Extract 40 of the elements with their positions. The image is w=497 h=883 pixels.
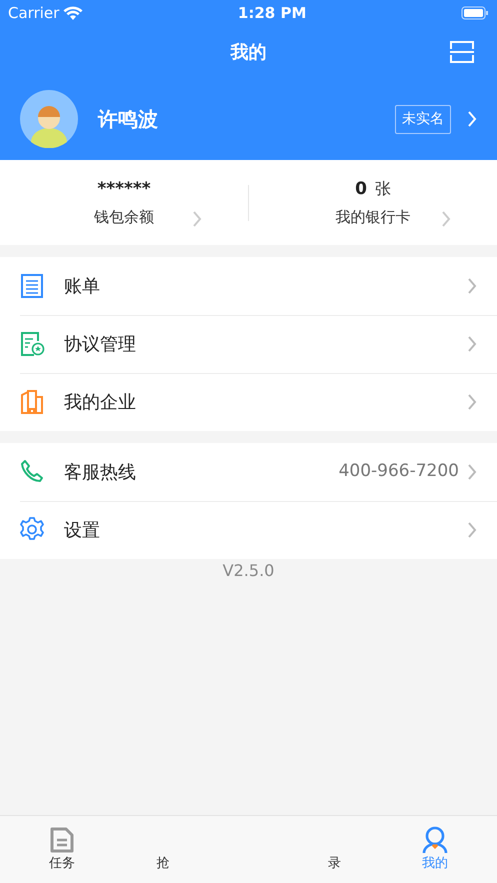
- document-star-icon: [20, 331, 46, 357]
- menu-item[interactable]: 设置: [0, 501, 497, 559]
- version-text: V2.5.0: [222, 561, 274, 580]
- tab-item[interactable]: 录: [248, 816, 373, 883]
- chevron-icon: [467, 393, 477, 411]
- menu-item[interactable]: 账单: [0, 257, 497, 315]
- chevron-icon: [467, 335, 477, 353]
- tab-item[interactable]: 任务: [0, 816, 124, 883]
- status-time: 1:28 PM: [238, 2, 306, 24]
- stat-item[interactable]: 0 张 我的银行卡: [249, 176, 497, 230]
- tab-item[interactable]: 抢: [124, 816, 248, 883]
- menu-item[interactable]: 我的企业: [0, 373, 497, 431]
- phone-icon: [20, 459, 46, 485]
- chevron-icon: [467, 277, 477, 295]
- user-icon: [422, 826, 448, 854]
- building-icon: [20, 389, 46, 415]
- hotline-number: 400-966-7200: [338, 460, 459, 484]
- battery-icon: [460, 6, 489, 20]
- carrier-text: Carrier: [8, 2, 60, 24]
- avatar-icon: [20, 90, 78, 148]
- wifi-icon: [63, 6, 84, 20]
- chevron-icon: [467, 110, 477, 128]
- stat-item[interactable]: ****** 钱包余额: [0, 176, 248, 230]
- stat-value: 0: [355, 178, 367, 200]
- document-icon: [49, 826, 76, 854]
- user-name: 许鸣波: [98, 106, 158, 133]
- stat-value: ******: [97, 178, 151, 200]
- chevron-icon: [467, 521, 477, 539]
- stat-label: 我的银行卡: [336, 207, 410, 228]
- menu-item[interactable]: 客服热线 400-966-7200: [0, 443, 497, 501]
- chevron-icon: [441, 210, 451, 228]
- menu-item[interactable]: 协议管理: [0, 315, 497, 373]
- page-title: 我的: [230, 40, 266, 64]
- list-icon: [20, 273, 46, 299]
- settings-icon: [20, 517, 46, 543]
- stat-label: 钱包余额: [94, 207, 154, 228]
- chevron-icon: [467, 463, 477, 481]
- chevron-icon: [192, 210, 202, 228]
- stat-unit: 张: [374, 178, 391, 200]
- scan-button[interactable]: [449, 39, 475, 65]
